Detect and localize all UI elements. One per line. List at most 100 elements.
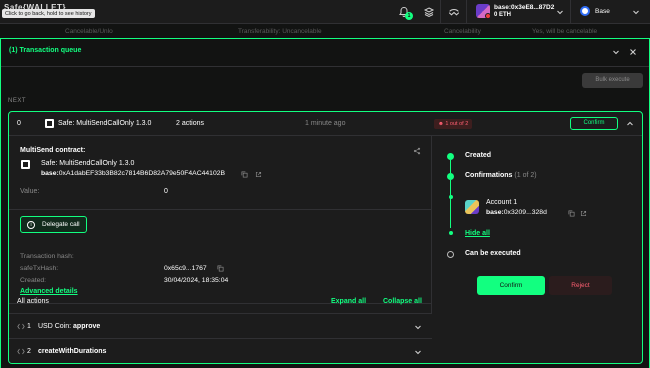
- contract-address: base:0xA1dabEF33b3B82c7814B6D82A79e50F4A…: [41, 170, 225, 177]
- value-label: Value:: [20, 188, 40, 195]
- code-icon: [17, 348, 25, 355]
- chain-prefix: base:: [486, 209, 504, 216]
- signers-panel: Created Confirmations (1 of 2) Account 1…: [433, 136, 642, 363]
- next-label: NEXT: [8, 98, 27, 104]
- safe-tx-hash-value: 0x65c9...1767: [164, 265, 207, 272]
- multisend-label: MultiSend contract:: [20, 147, 86, 154]
- network-indicator-icon: [485, 13, 491, 19]
- value: 0: [164, 188, 168, 195]
- divider: [466, 0, 467, 24]
- background-content: Cancelable/Unlo Transferability: Uncance…: [0, 24, 650, 38]
- created-check-icon: [447, 153, 454, 160]
- close-icon[interactable]: [629, 48, 637, 56]
- background-text: Cancelable/Unlo: [65, 28, 113, 35]
- reject-tx-button[interactable]: Reject: [549, 276, 612, 295]
- network-selector-label[interactable]: Base: [595, 8, 610, 15]
- chevron-down-icon[interactable]: [414, 323, 422, 331]
- all-actions-label: All actions: [17, 298, 49, 305]
- account-balance: 0 ETH: [494, 12, 512, 18]
- action-method: createWithDurations: [38, 348, 107, 355]
- confirmation-status-badge: ☻ 1 out of 2: [434, 119, 473, 129]
- created-step-label: Created: [465, 152, 492, 159]
- contract-name: Safe: MultiSendCallOnly 1.3.0: [41, 160, 135, 167]
- advanced-details-link[interactable]: Advanced details: [20, 288, 78, 295]
- back-tooltip: Click to go back, hold to see history: [2, 9, 95, 18]
- transaction-card: 0 Safe: MultiSendCallOnly 1.3.0 2 action…: [8, 111, 643, 364]
- action-index: 1: [27, 323, 31, 330]
- confirm-button[interactable]: Confirm: [570, 117, 618, 130]
- action-index: 2: [27, 348, 31, 355]
- transaction-queue-panel: (1) Transaction queue Bulk execute NEXT …: [0, 38, 650, 368]
- chevron-down-icon[interactable]: [414, 348, 422, 356]
- chevron-down-icon[interactable]: [612, 48, 620, 56]
- base-network-icon: [580, 6, 590, 16]
- external-link-icon[interactable]: [580, 210, 587, 217]
- step-connector: [450, 180, 451, 228]
- hide-all-dot-icon: [448, 231, 453, 235]
- copy-icon[interactable]: [241, 171, 248, 178]
- chevron-down-icon[interactable]: [632, 8, 640, 16]
- external-link-icon[interactable]: [255, 171, 262, 178]
- execution-pending-icon: [447, 251, 454, 258]
- confirmations-text: Confirmations: [465, 172, 513, 179]
- layers-icon[interactable]: [423, 6, 435, 18]
- code-icon: [17, 323, 25, 330]
- top-bar: Safe{WALLET} Click to go back, hold to s…: [0, 0, 650, 24]
- divider: [9, 303, 431, 304]
- status-label: 1 out of 2: [445, 121, 469, 127]
- action-item[interactable]: 1 USD Coin: approve: [9, 313, 432, 338]
- confirmations-label: Confirmations (1 of 2): [465, 172, 537, 179]
- divider: [9, 209, 431, 210]
- walletconnect-icon[interactable]: [448, 6, 460, 18]
- tx-action-count: 2 actions: [176, 120, 205, 127]
- safe-tx-hash-label: safeTxHash:: [20, 265, 59, 272]
- delegate-call-badge: i Delegate call: [20, 216, 87, 233]
- signer-dot-icon: [448, 195, 453, 199]
- action-name: USD Coin: approve: [38, 323, 100, 330]
- background-text: Yes, will be cancelable: [532, 28, 598, 35]
- confirmations-count: (1 of 2): [514, 172, 537, 179]
- action-name: createWithDurations: [38, 348, 106, 355]
- hide-all-link[interactable]: Hide all: [465, 230, 490, 237]
- notification-badge: 1: [405, 12, 413, 20]
- account-address[interactable]: base:0x3eE8...87D2: [494, 4, 554, 11]
- bulk-execute-button[interactable]: Bulk execute: [582, 73, 643, 88]
- owner-name: Account 1: [486, 199, 518, 206]
- contract-address-value: 0xA1dabEF33b3B82c7814B6D82A79e50F4AC4410…: [58, 170, 226, 177]
- divider: [440, 0, 441, 24]
- chevron-up-icon[interactable]: [626, 120, 634, 128]
- action-method: approve: [73, 323, 101, 330]
- step-connector: [450, 160, 451, 173]
- background-text: Cancelability: [444, 28, 481, 35]
- tx-nonce: 0: [17, 120, 21, 127]
- safe-contract-icon: [45, 119, 54, 128]
- tx-type: Safe: MultiSendCallOnly 1.3.0: [58, 120, 152, 127]
- owner-avatar: [465, 200, 479, 214]
- divider: [570, 0, 571, 24]
- confirm-tx-button[interactable]: Confirm: [477, 276, 545, 295]
- expand-all-button[interactable]: Expand all: [331, 298, 366, 305]
- tx-time: 1 minute ago: [305, 120, 346, 127]
- created-label: Created:: [20, 277, 47, 284]
- copy-icon[interactable]: [217, 265, 224, 272]
- background-text: Transferability: Uncancelable: [238, 28, 322, 35]
- share-icon[interactable]: [413, 147, 421, 155]
- chevron-down-icon[interactable]: [556, 8, 564, 16]
- transaction-summary[interactable]: 0 Safe: MultiSendCallOnly 1.3.0 2 action…: [9, 112, 642, 136]
- chain-prefix: base:: [41, 170, 59, 177]
- queue-title: (1) Transaction queue: [9, 47, 82, 54]
- divider: [1, 66, 649, 67]
- confirmations-icon: [447, 173, 454, 180]
- owner-address: base:0x3209...328d: [486, 209, 547, 216]
- safe-contract-icon: [21, 160, 30, 169]
- delegate-call-label: Delegate call: [42, 221, 80, 228]
- tx-hash-label: Transaction hash:: [20, 253, 74, 260]
- action-token: USD Coin:: [38, 323, 72, 330]
- info-icon: i: [27, 220, 35, 229]
- owner-address-value: 0x3209...328d: [503, 209, 547, 216]
- collapse-all-button[interactable]: Collapse all: [383, 298, 422, 305]
- copy-icon[interactable]: [568, 210, 575, 217]
- action-item[interactable]: 2 createWithDurations: [9, 338, 432, 363]
- can-be-executed-label: Can be executed: [465, 250, 521, 257]
- created-value: 30/04/2024, 18:35:04: [164, 277, 229, 284]
